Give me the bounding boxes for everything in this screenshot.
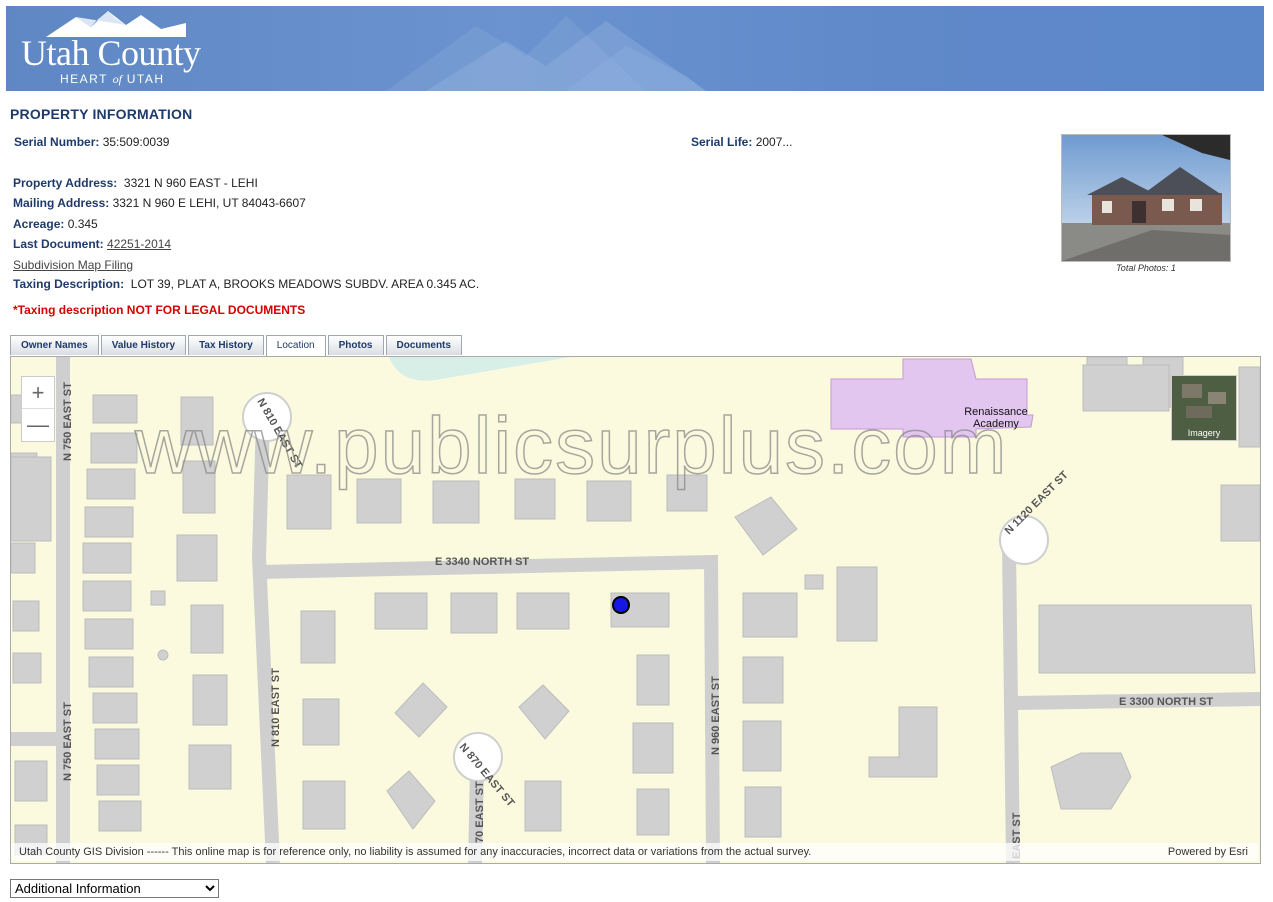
serial-number: Serial Number: 35:509:0039 [14,135,170,149]
tab-bar: Owner Names Value History Tax History Lo… [10,335,462,357]
subdivision-row: Subdivision Map Filing [13,258,133,272]
attribution-esri: Powered by Esri [1167,846,1248,858]
imagery-label: Imagery [1187,428,1221,438]
map-canvas[interactable]: N 750 EAST ST N 750 EAST ST N 810 EAST S… [11,357,1260,863]
tab-value-history[interactable]: Value History [100,335,187,355]
attribution-disclaimer: Utah County GIS Division ------ This onl… [19,846,812,858]
acreage: Acreage: 0.345 [13,217,98,231]
additional-info-wrap: Additional Information [10,879,219,898]
tab-owner-names[interactable]: Owner Names [10,335,99,355]
label-e3300: E 3300 NORTH ST [1119,696,1213,708]
logo-title: Utah County [21,33,201,73]
subdivision-map-link[interactable]: Subdivision Map Filing [13,258,133,272]
imagery-toggle-button[interactable]: Imagery [1171,375,1237,441]
mailing-address: Mailing Address: 3321 N 960 E LEHI, UT 8… [13,196,306,210]
serial-life: Serial Life: 2007... [691,135,793,149]
tab-location[interactable]: Location [265,335,326,357]
legal-warning: *Taxing description NOT FOR LEGAL DOCUME… [13,303,306,317]
additional-info-select[interactable]: Additional Information [10,879,219,898]
tab-photos[interactable]: Photos [327,335,384,355]
photo-caption: Total Photos: 1 [1116,263,1176,273]
label-n870b: 70 EAST ST [474,781,486,843]
property-photo[interactable] [1061,134,1231,262]
label-n750b: N 750 EAST ST [62,702,74,781]
tab-tax-history[interactable]: Tax History [188,335,264,355]
pond-shape [389,357,571,381]
watermark-text: www.publicsurplus.com [134,401,1008,490]
label-e3340: E 3340 NORTH ST [435,556,529,568]
location-map[interactable]: N 750 EAST ST N 750 EAST ST N 810 EAST S… [10,356,1261,864]
parcel-marker[interactable] [612,596,630,614]
property-address: Property Address: 3321 N 960 EAST - LEHI [13,176,258,190]
last-document-link[interactable]: 42251-2014 [107,237,171,251]
header-banner: Utah County HEART of UTAH [6,6,1264,91]
label-n810: N 810 EAST ST [270,668,282,747]
logo-subtitle: HEART of UTAH [60,72,165,86]
last-document: Last Document: 42251-2014 [13,237,172,251]
map-attribution: Utah County GIS Division ------ This onl… [11,843,1258,861]
tab-documents[interactable]: Documents [385,335,462,355]
zoom-out-button[interactable]: — [22,408,54,440]
house-photo-image [1062,135,1230,261]
zoom-in-button[interactable]: + [22,377,54,408]
page-title: PROPERTY INFORMATION [10,106,193,122]
label-n960: N 960 EAST ST [710,676,722,755]
zoom-control: + — [21,376,55,442]
taxing-description: Taxing Description: LOT 39, PLAT A, BROO… [13,277,480,291]
label-n750: N 750 EAST ST [62,382,74,461]
